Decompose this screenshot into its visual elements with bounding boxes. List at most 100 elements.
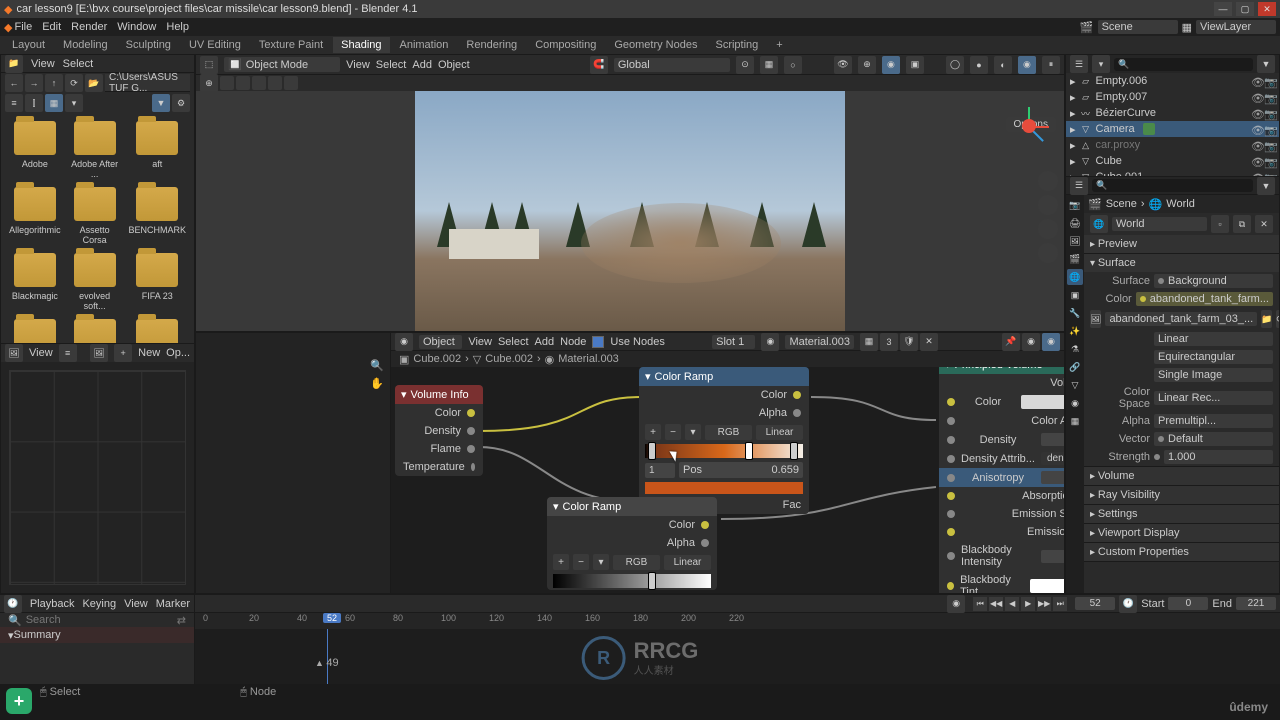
shader-node-editor[interactable]: 🔍 ✋ ◉ Object View Select Add Node Use No… — [195, 332, 1065, 594]
tab-scripting[interactable]: Scripting — [707, 37, 766, 53]
tl-playback[interactable]: Playback — [30, 598, 75, 610]
menu-window[interactable]: Window — [117, 21, 156, 33]
node-output-color[interactable]: Color — [639, 386, 809, 404]
proj-select[interactable]: Equirectangular — [1154, 350, 1273, 364]
filebrowser-type-icon[interactable]: 📁 — [5, 55, 23, 73]
pan-icon[interactable] — [1038, 195, 1058, 215]
snap-1[interactable] — [220, 76, 234, 90]
img-add-icon[interactable]: 🖼 — [90, 344, 108, 362]
pv-blackbody-tint[interactable]: Blackbody Tint — [939, 571, 1064, 593]
tab-layout[interactable]: Layout — [4, 37, 53, 53]
outliner-item[interactable]: ▸△car.proxy👁📷 — [1066, 137, 1279, 153]
tl-summary[interactable]: Summary — [14, 629, 61, 641]
ramp-mode[interactable]: RGB — [613, 555, 660, 570]
ramp-add-icon[interactable]: + — [645, 424, 661, 440]
pv-emission-strength[interactable]: Emission Strength — [939, 505, 1064, 523]
timeline-tracks[interactable]: ▲ 49 — [195, 629, 1280, 684]
display-list-icon[interactable]: ≡ — [5, 94, 23, 112]
add-button[interactable]: + — [6, 688, 32, 714]
outliner-type-icon[interactable]: ☰ — [1070, 55, 1088, 73]
keyframe-prev-icon[interactable]: ◀◀ — [989, 597, 1003, 611]
display-thumb-icon[interactable]: ▦ — [45, 94, 63, 112]
tab-modeling[interactable]: Modeling — [55, 37, 116, 53]
tab-object-icon[interactable]: ▣ — [1067, 287, 1083, 303]
tab-uv[interactable]: UV Editing — [181, 37, 249, 53]
display-cols-icon[interactable]: ⫿ — [25, 94, 43, 112]
end-frame[interactable]: 221 — [1236, 597, 1276, 610]
nav-back-icon[interactable]: ← — [5, 74, 23, 92]
mat-fake-icon[interactable]: 🛡 — [900, 333, 918, 351]
outliner2-filter-icon[interactable]: ▼ — [1257, 177, 1275, 195]
mat-users-icon[interactable]: 3 — [880, 333, 898, 351]
vector-select[interactable]: Default — [1154, 432, 1273, 446]
tex-reload-icon[interactable]: ⟳ — [1276, 310, 1279, 328]
ne-select[interactable]: Select — [498, 336, 529, 348]
outliner-filter-icon[interactable]: ▼ — [1257, 55, 1275, 73]
tl-marker[interactable]: Marker — [156, 598, 190, 610]
ramp-remove-icon[interactable]: − — [665, 424, 681, 440]
image-editor-icon[interactable]: 🖼 — [5, 344, 23, 362]
tab-render-icon[interactable]: 📷 — [1067, 197, 1083, 213]
shade-solid-icon[interactable]: ● — [970, 56, 988, 74]
bc-mesh[interactable]: Cube.002 — [485, 353, 533, 365]
node-output[interactable]: Flame — [395, 440, 483, 458]
bc-obj[interactable]: Cube.002 — [413, 353, 461, 365]
tab-texture[interactable]: Texture Paint — [251, 37, 331, 53]
folder-item[interactable]: Adobe — [9, 121, 61, 179]
ramp-stop[interactable] — [648, 442, 656, 460]
nav-up-icon[interactable]: ↑ — [45, 74, 63, 92]
tab-particles-icon[interactable]: ✨ — [1067, 323, 1083, 339]
img-icon[interactable]: 🖼 — [1090, 310, 1101, 328]
outliner-item[interactable]: ▸〰BézierCurve👁📷 — [1066, 105, 1279, 121]
surface-value[interactable]: Background — [1154, 274, 1273, 288]
sort-icon[interactable]: ▾ — [65, 94, 83, 112]
snap-5[interactable] — [284, 76, 298, 90]
ne-overlay-icon[interactable]: ◉ — [1022, 333, 1040, 351]
ramp-interp[interactable]: Linear — [756, 425, 803, 440]
node-canvas[interactable]: ▾Volume Info Color Density Flame Tempera… — [391, 367, 1064, 593]
folder-item[interactable]: Blackmagic — [9, 253, 61, 311]
zoom-icon[interactable] — [1038, 171, 1058, 191]
img-view-menu[interactable]: View — [29, 347, 53, 359]
camera-icon[interactable] — [1038, 219, 1058, 239]
tool-select-icon[interactable]: 🔍 — [370, 359, 384, 372]
folder-item[interactable]: evolved soft... — [69, 253, 121, 311]
tab-animation[interactable]: Animation — [392, 37, 457, 53]
minimize-button[interactable]: — — [1214, 2, 1232, 16]
nav-fwd-icon[interactable]: → — [25, 74, 43, 92]
close-button[interactable]: ✕ — [1258, 2, 1276, 16]
orient-selector[interactable]: Global — [614, 58, 730, 72]
node-output-color[interactable]: Color — [547, 516, 717, 534]
pv-density[interactable]: Density4.200 — [939, 430, 1064, 449]
node-output[interactable]: Temperature — [395, 458, 483, 476]
node-output[interactable]: Density — [395, 422, 483, 440]
folder-item[interactable]: Adobe After ... — [69, 121, 121, 179]
folder-item[interactable]: Assetto Corsa — [69, 187, 121, 245]
maximize-button[interactable]: ▢ — [1236, 2, 1254, 16]
menu-file[interactable]: File — [14, 21, 32, 33]
pv-density-attr[interactable]: Density Attrib...density — [939, 449, 1064, 468]
tl-filter-icon[interactable]: ⇄ — [177, 614, 186, 627]
pivot-icon[interactable]: ⊙ — [736, 56, 754, 74]
colorspace-select[interactable]: Linear Rec... — [1154, 391, 1273, 405]
menu-edit[interactable]: Edit — [42, 21, 61, 33]
node-output-volume[interactable]: Volume — [939, 374, 1064, 392]
img-new[interactable]: New — [138, 347, 160, 359]
ramp-color-preview[interactable] — [645, 482, 803, 494]
vp-view[interactable]: View — [346, 59, 370, 71]
nav-refresh-icon[interactable]: ⟳ — [65, 74, 83, 92]
vp-object[interactable]: Object — [438, 59, 470, 71]
shade-wire-icon[interactable]: ◯ — [946, 56, 964, 74]
ramp-mode[interactable]: RGB — [705, 425, 752, 440]
material-icon[interactable]: ◉ — [761, 333, 779, 351]
outliner-item[interactable]: ▸▱Empty.006👁📷 — [1066, 73, 1279, 89]
node-color-ramp-active[interactable]: ▾Color Ramp Color Alpha + − ▾ RGB Linear — [639, 367, 809, 514]
world-name[interactable]: World — [1112, 217, 1207, 231]
folder-item[interactable]: aft — [128, 121, 186, 179]
snap-3[interactable] — [252, 76, 266, 90]
tab-scene-icon[interactable]: 🎬 — [1067, 251, 1083, 267]
node-title[interactable]: ▾Color Ramp — [547, 497, 717, 516]
tool-annotate-icon[interactable]: ✋ — [370, 377, 384, 390]
node-editor-type-icon[interactable]: ◉ — [395, 333, 413, 351]
playhead[interactable]: 52 — [323, 613, 341, 623]
